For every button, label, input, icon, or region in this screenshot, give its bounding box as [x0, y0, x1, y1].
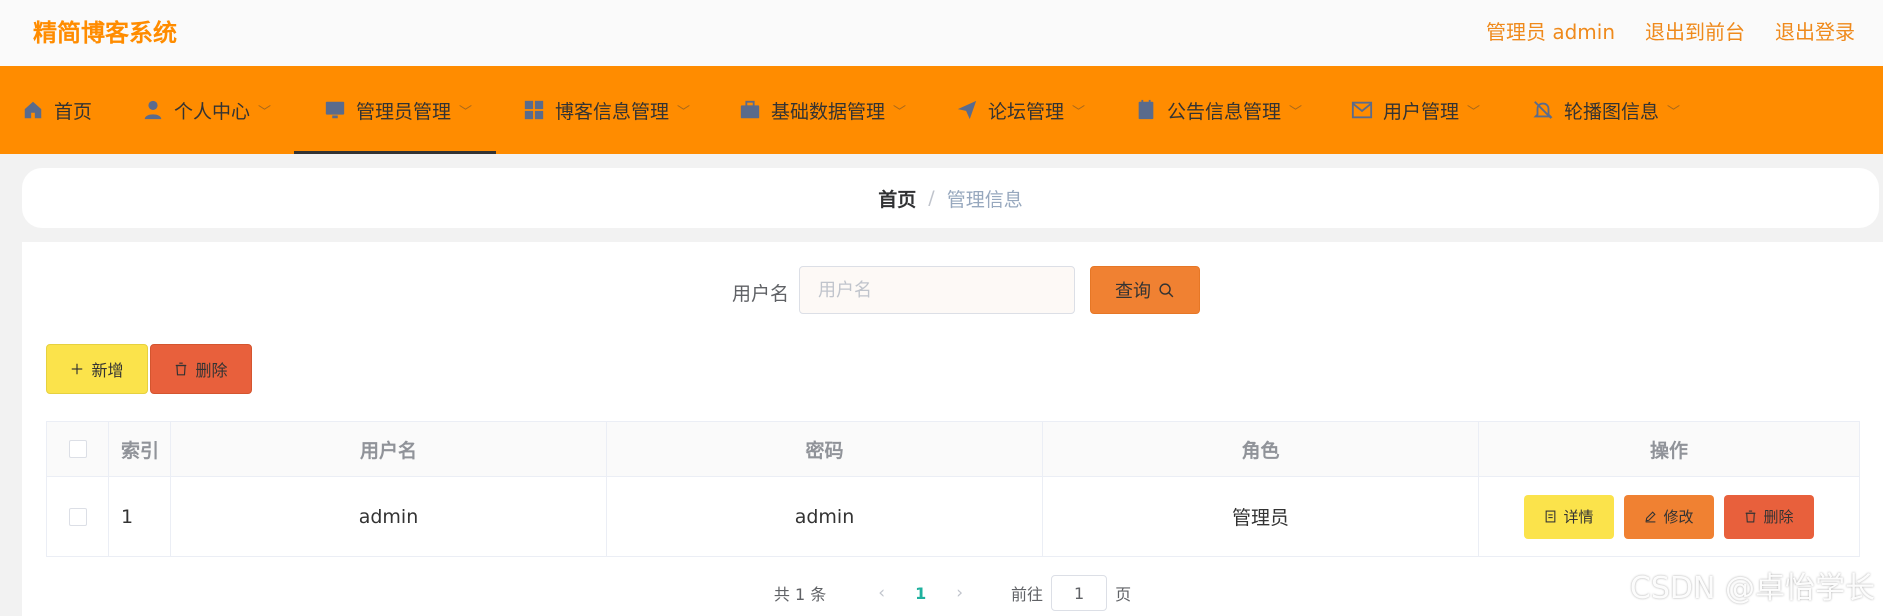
notebook-icon: [1138, 99, 1154, 120]
monitor-icon: [325, 101, 345, 119]
nav-item-personal-center[interactable]: 个人中心 ﹀: [142, 66, 271, 154]
chevron-down-icon: ﹀: [677, 104, 691, 120]
logout-link[interactable]: 退出登录: [1775, 16, 1855, 45]
breadcrumb-home[interactable]: 首页: [878, 185, 916, 212]
query-button[interactable]: 查询: [1090, 266, 1200, 314]
column-header: 密码: [607, 422, 1043, 476]
password-cell: admin: [607, 477, 1043, 556]
trash-icon: [176, 362, 187, 376]
add-button-label: 新增: [91, 361, 124, 380]
home-icon: [24, 101, 42, 119]
detail-button[interactable]: 详情: [1524, 494, 1614, 539]
nav-item-user-management[interactable]: 用户管理 ﹀: [1351, 66, 1480, 154]
nav-label: 个人中心: [174, 100, 251, 123]
nav-item-blog-management[interactable]: 博客信息管理 ﹀: [523, 66, 690, 154]
nav-item-basic-data-management[interactable]: 基础数据管理 ﹀: [739, 66, 906, 154]
add-button[interactable]: 新增: [46, 344, 148, 394]
pagination-total: 共 1 条: [773, 585, 827, 604]
next-page-icon[interactable]: ›: [956, 583, 963, 603]
select-all-cell: [47, 422, 109, 476]
admin-user-link[interactable]: 管理员 admin: [1486, 16, 1615, 45]
breadcrumb: 首页 / 管理信息: [22, 168, 1879, 228]
nav-label: 管理员管理: [356, 100, 452, 123]
select-all-checkbox[interactable]: [68, 440, 87, 458]
edit-icon: [1645, 511, 1657, 523]
grid-icon: [524, 100, 544, 120]
header-links: 管理员 admin 退出到前台 退出登录: [1486, 16, 1855, 45]
search-icon: [1159, 282, 1174, 297]
nav-label: 公告信息管理: [1167, 100, 1282, 123]
edit-button-label: 修改: [1663, 508, 1694, 526]
message-icon: [1351, 101, 1373, 119]
query-button-label: 查询: [1115, 281, 1151, 302]
chevron-down-icon: ﹀: [1289, 104, 1303, 120]
breadcrumb-separator: /: [928, 187, 935, 209]
chevron-down-icon: ﹀: [893, 104, 907, 120]
index-cell: 1: [109, 477, 171, 556]
row-select-cell: [47, 477, 109, 556]
chevron-down-icon: ﹀: [1467, 104, 1481, 120]
chevron-down-icon: ﹀: [1072, 104, 1086, 120]
user-icon: [144, 100, 162, 120]
site-title: 精简博客系统: [33, 19, 177, 47]
send-icon: [957, 100, 977, 120]
chevron-down-icon: ﹀: [258, 104, 272, 120]
page-jump-input[interactable]: [1051, 575, 1108, 611]
page-number-current[interactable]: 1: [915, 584, 926, 603]
document-icon: [1546, 510, 1556, 523]
nav-item-admin-management[interactable]: 管理员管理 ﹀: [293, 66, 497, 154]
nav-item-home[interactable]: 首页: [22, 66, 92, 154]
search-label: 用户名: [732, 283, 790, 305]
table-row: 1 admin admin 管理员 详情 修改 删除: [47, 477, 1859, 556]
username-cell: admin: [171, 477, 607, 556]
bell-off-icon: [1533, 101, 1553, 119]
nav-item-forum-management[interactable]: 论坛管理 ﹀: [956, 66, 1085, 154]
column-header: 角色: [1043, 422, 1479, 476]
content-panel: 用户名 查询 新增 删除 索引 用户名 密码 角色 操作 1 admin adm…: [22, 242, 1883, 616]
nav-label: 首页: [54, 100, 93, 123]
nav-label: 基础数据管理: [771, 100, 886, 123]
admin-table: 索引 用户名 密码 角色 操作 1 admin admin 管理员 详情 修改: [46, 421, 1860, 557]
column-header: 操作: [1649, 439, 1688, 462]
nav-item-carousel-info[interactable]: 轮播图信息 ﹀: [1532, 66, 1680, 154]
nav-label: 轮播图信息: [1564, 100, 1660, 123]
main-nav: 首页 个人中心 ﹀ 管理员管理 ﹀ 博客信息管理 ﹀ 基础数据管理 ﹀ 论坛管理…: [0, 66, 1883, 154]
row-delete-button-label: 删除: [1763, 508, 1794, 526]
briefcase-icon: [740, 100, 760, 119]
role-cell: 管理员: [1043, 477, 1479, 556]
delete-button-label: 删除: [195, 361, 228, 380]
edit-button[interactable]: 修改: [1624, 494, 1714, 539]
column-header: 用户名: [171, 422, 607, 476]
detail-button-label: 详情: [1563, 508, 1594, 526]
pagination: 共 1 条 ‹ 1 › 前往 页: [22, 575, 1883, 611]
actions-cell: 详情 修改 删除: [1479, 477, 1859, 556]
username-search-input[interactable]: [799, 266, 1075, 314]
exit-to-frontend-link[interactable]: 退出到前台: [1645, 16, 1745, 45]
page-suffix: 页: [1115, 585, 1132, 604]
table-header-row: 索引 用户名 密码 角色 操作: [47, 422, 1859, 477]
trash-icon: [1746, 510, 1756, 523]
row-checkbox[interactable]: [68, 507, 87, 526]
nav-label: 用户管理: [1383, 100, 1460, 123]
nav-label: 博客信息管理: [555, 100, 670, 123]
column-header: 索引: [109, 422, 171, 476]
batch-delete-button[interactable]: 删除: [150, 344, 252, 394]
nav-item-notice-management[interactable]: 公告信息管理 ﹀: [1135, 66, 1302, 154]
watermark: CSDN @卓怡学长: [1629, 571, 1875, 606]
chevron-down-icon: ﹀: [459, 104, 473, 120]
plus-icon: [72, 363, 83, 375]
row-delete-button[interactable]: 删除: [1724, 494, 1814, 539]
goto-label: 前往: [1011, 585, 1044, 604]
breadcrumb-current: 管理信息: [946, 188, 1023, 211]
nav-label: 论坛管理: [988, 100, 1065, 123]
chevron-down-icon: ﹀: [1667, 104, 1681, 120]
top-header: 精简博客系统 管理员 admin 退出到前台 退出登录: [0, 0, 1883, 66]
prev-page-icon[interactable]: ‹: [878, 583, 885, 603]
